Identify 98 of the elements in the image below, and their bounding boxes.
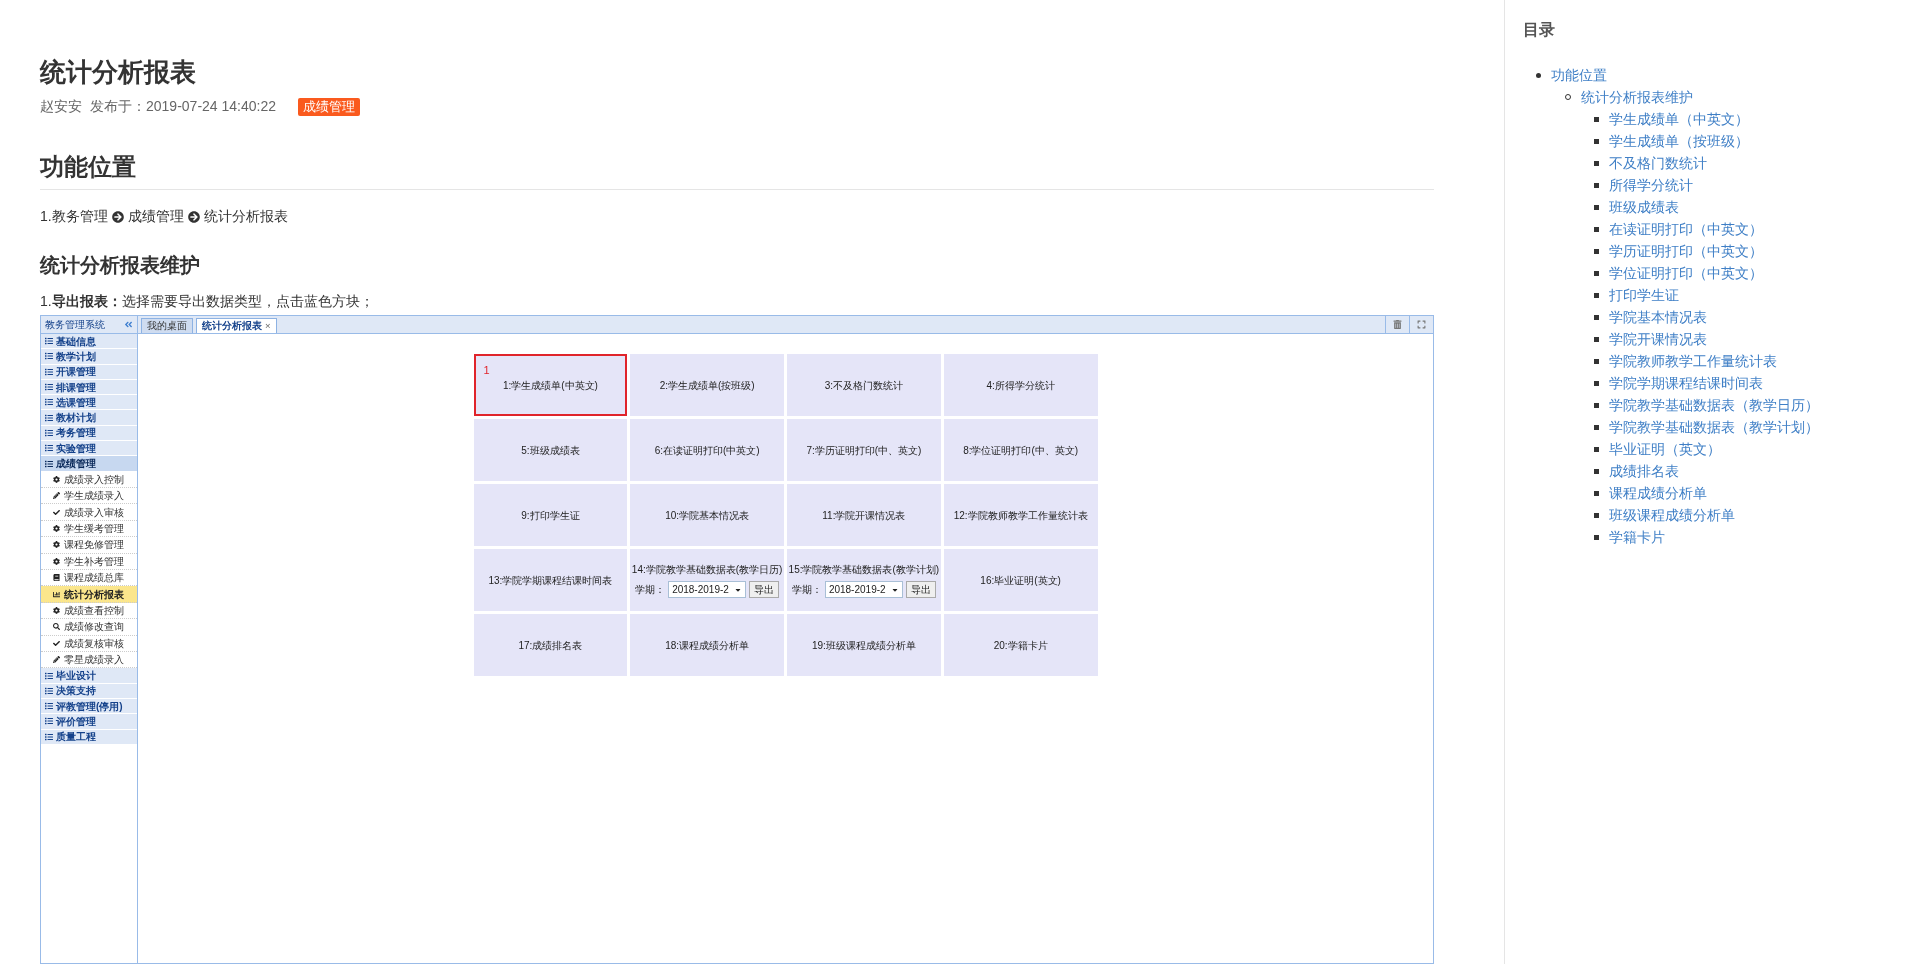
sidebar-group[interactable]: 选课管理	[41, 395, 137, 411]
report-tile[interactable]: 16:毕业证明(英文)	[943, 549, 1098, 611]
export-button[interactable]: 导出	[905, 581, 936, 598]
breadcrumb-item: 统计分析报表	[203, 207, 288, 226]
term-select[interactable]: 2018-2019-2	[668, 581, 747, 598]
toc-link[interactable]: 学位证明打印（中英文）	[1609, 262, 1763, 284]
toc-link[interactable]: 所得学分统计	[1609, 174, 1693, 196]
term-select[interactable]: 2018-2019-2	[824, 581, 903, 598]
sidebar-item[interactable]: 成绩修改查询	[41, 619, 137, 636]
report-tile[interactable]: 8:学位证明打印(中、英文)	[943, 419, 1098, 481]
report-tile[interactable]: 1 1:学生成绩单(中英文)	[473, 354, 628, 416]
report-tile[interactable]: 12:学院教师教学工作量统计表	[943, 484, 1098, 546]
toc-link[interactable]: 学院基本情况表	[1609, 306, 1707, 328]
report-tile[interactable]: 7:学历证明打印(中、英文)	[787, 419, 941, 481]
toc-link[interactable]: 成绩排名表	[1609, 460, 1679, 482]
tile-label: 9:打印学生证	[521, 508, 580, 523]
tab[interactable]: 统计分析报表 ×	[196, 318, 277, 333]
sidebar-group[interactable]: 成绩管理	[41, 456, 137, 472]
report-tile[interactable]: 9:打印学生证	[473, 484, 628, 546]
tile-label: 10:学院基本情况表	[665, 508, 750, 523]
report-tile[interactable]: 3:不及格门数统计	[787, 354, 941, 416]
toc-link[interactable]: 学院学期课程结课时间表	[1609, 372, 1763, 394]
tile-label: 4:所得学分统计	[986, 378, 1055, 393]
sidebar-group[interactable]: 教材计划	[41, 410, 137, 426]
toc-link[interactable]: 学生成绩单（中英文）	[1609, 108, 1749, 130]
tile-label: 8:学位证明打印(中、英文)	[963, 443, 1079, 458]
sidebar-item[interactable]: 课程免修管理	[41, 537, 137, 554]
toc-link[interactable]: 不及格门数统计	[1609, 152, 1707, 174]
toc-link[interactable]: 班级课程成绩分析单	[1609, 504, 1735, 526]
tile-label: 1:学生成绩单(中英文)	[502, 378, 598, 393]
tile-label: 12:学院教师教学工作量统计表	[953, 508, 1088, 523]
toc-title: 目录	[1523, 20, 1556, 40]
tile-label: 5:班级成绩表	[521, 443, 580, 458]
tile-label: 15:学院教学基础数据表(教学计划)	[788, 563, 940, 577]
tile-label: 18:课程成绩分析单	[665, 638, 750, 653]
step-text: 1.导出报表：选择需要导出数据类型，点击蓝色方块；	[40, 292, 375, 311]
sidebar-group[interactable]: 实验管理	[41, 441, 137, 457]
report-tile[interactable]: 20:学籍卡片	[943, 614, 1098, 676]
tile-label: 19:班级课程成绩分析单	[811, 638, 916, 653]
report-tile[interactable]: 5:班级成绩表	[473, 419, 628, 481]
author-name: 赵安安	[40, 97, 82, 116]
tile-label: 17:成绩排名表	[518, 638, 583, 653]
report-tile[interactable]: 14:学院教学基础数据表(教学日历) 学期： 2018-2019-2 导出	[630, 549, 784, 611]
tile-label: 6:在读证明打印(中英文)	[654, 443, 760, 458]
category-tag: 成绩管理	[298, 97, 360, 116]
export-button[interactable]: 导出	[749, 581, 780, 598]
tile-label: 14:学院教学基础数据表(教学日历)	[631, 563, 783, 577]
report-tile[interactable]: 2:学生成绩单(按班级)	[630, 354, 784, 416]
report-tile[interactable]: 13:学院学期课程结课时间表	[473, 549, 628, 611]
report-tile[interactable]: 11:学院开课情况表	[787, 484, 941, 546]
toc-link[interactable]: 统计分析报表维护	[1581, 86, 1693, 108]
toc-link[interactable]: 打印学生证	[1609, 284, 1679, 306]
subsection-heading: 统计分析报表维护	[40, 253, 201, 278]
toc-link[interactable]: 学历证明打印（中英文）	[1609, 240, 1763, 262]
sidebar-item[interactable]: 统计分析报表	[41, 586, 137, 603]
sidebar-item[interactable]: 课程成绩总库	[41, 570, 137, 587]
toc-link[interactable]: 学院教学基础数据表（教学计划）	[1609, 416, 1819, 438]
breadcrumb-item: 1.教务管理	[40, 207, 108, 226]
term-label: 学期：	[791, 583, 822, 597]
section-heading: 功能位置	[40, 151, 1434, 190]
tile-label: 3:不及格门数统计	[824, 378, 904, 393]
report-tile[interactable]: 6:在读证明打印(中英文)	[630, 419, 784, 481]
publish-date: 发布于：2019-07-24 14:40:22	[90, 97, 276, 116]
report-tile[interactable]: 17:成绩排名表	[473, 614, 628, 676]
sidebar-item[interactable]: 学生成绩录入	[41, 488, 137, 505]
sidebar-group[interactable]: 评价管理	[41, 714, 137, 730]
term-label: 学期：	[635, 583, 666, 597]
page-title: 统计分析报表	[40, 56, 197, 89]
tile-label: 13:学院学期课程结课时间表	[488, 573, 613, 588]
tile-label: 2:学生成绩单(按班级)	[659, 378, 755, 393]
toc-link[interactable]: 学院教师教学工作量统计表	[1609, 350, 1777, 372]
toc-link[interactable]: 学籍卡片	[1609, 526, 1665, 548]
close-icon[interactable]: ×	[265, 318, 271, 334]
report-tile[interactable]: 18:课程成绩分析单	[630, 614, 784, 676]
sidebar-group[interactable]: 教学计划	[41, 349, 137, 365]
sidebar-group[interactable]: 毕业设计	[41, 668, 137, 684]
sidebar-group[interactable]: 基础信息	[41, 334, 137, 350]
toc-link[interactable]: 在读证明打印（中英文）	[1609, 218, 1763, 240]
sidebar-title: 教务管理系统	[45, 318, 105, 332]
tile-label: 16:毕业证明(英文)	[980, 573, 1061, 588]
toc-link[interactable]: 课程成绩分析单	[1609, 482, 1707, 504]
toc-link[interactable]: 毕业证明（英文）	[1609, 438, 1721, 460]
tile-label: 7:学历证明打印(中、英文)	[806, 443, 922, 458]
report-tile[interactable]: 10:学院基本情况表	[630, 484, 784, 546]
tab[interactable]: 我的桌面	[141, 318, 193, 333]
tile-label: 11:学院开课情况表	[822, 508, 906, 523]
toc-link[interactable]: 学生成绩单（按班级）	[1609, 130, 1749, 152]
report-tile[interactable]: 4:所得学分统计	[943, 354, 1098, 416]
toc-link[interactable]: 学院开课情况表	[1609, 328, 1707, 350]
toc-link[interactable]: 班级成绩表	[1609, 196, 1679, 218]
sidebar-item[interactable]: 成绩录入审核	[41, 504, 137, 521]
breadcrumb-item: 成绩管理	[127, 207, 184, 226]
toc-link[interactable]: 学院教学基础数据表（教学日历）	[1609, 394, 1819, 416]
toc-link[interactable]: 功能位置	[1551, 64, 1607, 86]
report-tile[interactable]: 19:班级课程成绩分析单	[787, 614, 941, 676]
tile-label: 20:学籍卡片	[993, 638, 1048, 653]
report-tile[interactable]: 15:学院教学基础数据表(教学计划) 学期： 2018-2019-2 导出	[787, 549, 941, 611]
marker-number: 1	[483, 363, 490, 378]
